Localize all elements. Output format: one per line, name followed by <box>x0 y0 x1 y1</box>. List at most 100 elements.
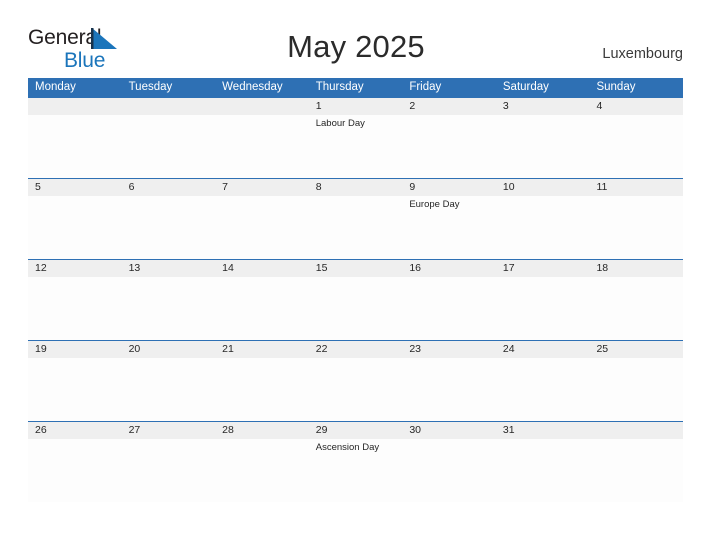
week-event-area <box>28 277 683 340</box>
week-row: 19 20 21 22 23 24 25 <box>28 340 683 421</box>
date-number[interactable]: 2 <box>402 98 496 115</box>
date-number[interactable]: 8 <box>309 179 403 196</box>
day-cell[interactable] <box>589 115 683 178</box>
day-cell[interactable] <box>215 439 309 502</box>
day-cell[interactable] <box>28 196 122 259</box>
day-cell[interactable] <box>215 358 309 421</box>
dow-monday: Monday <box>35 81 76 93</box>
day-cell[interactable] <box>122 115 216 178</box>
date-number[interactable] <box>28 98 122 115</box>
week-row: 26 27 28 29 30 31 Ascension Day <box>28 421 683 502</box>
week-row: 12 13 14 15 16 17 18 <box>28 259 683 340</box>
day-cell[interactable] <box>28 439 122 502</box>
week-event-area: Labour Day <box>28 115 683 178</box>
day-cell[interactable] <box>215 196 309 259</box>
dow-thursday: Thursday <box>315 81 364 93</box>
day-cell[interactable] <box>215 115 309 178</box>
day-cell[interactable] <box>122 277 216 340</box>
date-number[interactable]: 28 <box>215 422 309 439</box>
dow-wednesday: Wednesday <box>222 81 283 93</box>
date-number[interactable]: 25 <box>589 341 683 358</box>
date-number[interactable]: 6 <box>122 179 216 196</box>
date-number[interactable]: 9 <box>402 179 496 196</box>
date-number[interactable]: 5 <box>28 179 122 196</box>
day-cell[interactable]: Ascension Day <box>309 439 403 502</box>
date-number[interactable]: 19 <box>28 341 122 358</box>
day-cell[interactable] <box>589 439 683 502</box>
date-number[interactable]: 4 <box>589 98 683 115</box>
date-number[interactable]: 10 <box>496 179 590 196</box>
day-cell[interactable] <box>28 115 122 178</box>
date-number[interactable]: 13 <box>122 260 216 277</box>
page-header: General Blue May 2025 Luxembourg <box>0 0 712 78</box>
day-cell[interactable] <box>496 196 590 259</box>
day-cell[interactable] <box>122 196 216 259</box>
date-number[interactable]: 11 <box>589 179 683 196</box>
date-number[interactable]: 31 <box>496 422 590 439</box>
day-cell[interactable] <box>589 196 683 259</box>
date-number[interactable]: 21 <box>215 341 309 358</box>
event-label: Ascension Day <box>315 442 380 453</box>
date-number[interactable]: 18 <box>589 260 683 277</box>
week-date-strip: 1 2 3 4 <box>28 98 683 115</box>
date-number[interactable] <box>122 98 216 115</box>
date-number[interactable]: 22 <box>309 341 403 358</box>
day-cell[interactable] <box>496 358 590 421</box>
day-cell[interactable] <box>402 115 496 178</box>
day-cell[interactable] <box>402 439 496 502</box>
day-cell[interactable]: Europe Day <box>402 196 496 259</box>
day-cell[interactable] <box>589 358 683 421</box>
date-number[interactable]: 23 <box>402 341 496 358</box>
day-of-week-header: Monday Tuesday Wednesday Thursday Friday… <box>28 78 683 97</box>
date-number[interactable]: 12 <box>28 260 122 277</box>
week-date-strip: 12 13 14 15 16 17 18 <box>28 260 683 277</box>
day-cell[interactable] <box>28 277 122 340</box>
date-number[interactable]: 16 <box>402 260 496 277</box>
day-cell[interactable] <box>496 277 590 340</box>
date-number[interactable]: 24 <box>496 341 590 358</box>
day-cell[interactable] <box>122 439 216 502</box>
week-date-strip: 5 6 7 8 9 10 11 <box>28 179 683 196</box>
week-date-strip: 26 27 28 29 30 31 <box>28 422 683 439</box>
week-row: 5 6 7 8 9 10 11 Europe Day <box>28 178 683 259</box>
dow-saturday: Saturday <box>502 81 549 93</box>
day-cell[interactable] <box>28 358 122 421</box>
date-number[interactable]: 3 <box>496 98 590 115</box>
day-cell[interactable] <box>309 196 403 259</box>
dow-tuesday: Tuesday <box>128 81 173 93</box>
day-cell[interactable] <box>402 277 496 340</box>
date-number[interactable]: 30 <box>402 422 496 439</box>
date-number[interactable]: 14 <box>215 260 309 277</box>
week-event-area: Ascension Day <box>28 439 683 502</box>
week-date-strip: 19 20 21 22 23 24 25 <box>28 341 683 358</box>
day-cell[interactable] <box>496 115 590 178</box>
date-number[interactable]: 26 <box>28 422 122 439</box>
day-cell[interactable] <box>496 439 590 502</box>
event-label: Europe Day <box>409 199 460 210</box>
date-number[interactable]: 27 <box>122 422 216 439</box>
week-row: 1 2 3 4 Labour Day <box>28 97 683 178</box>
date-number[interactable]: 15 <box>309 260 403 277</box>
location-label: Luxembourg <box>602 46 683 62</box>
date-number[interactable] <box>589 422 683 439</box>
day-cell[interactable] <box>402 358 496 421</box>
day-cell[interactable] <box>122 358 216 421</box>
day-cell[interactable] <box>589 277 683 340</box>
date-number[interactable]: 1 <box>309 98 403 115</box>
calendar-grid: Monday Tuesday Wednesday Thursday Friday… <box>28 78 683 502</box>
date-number[interactable] <box>215 98 309 115</box>
dow-sunday: Sunday <box>596 81 636 93</box>
calendar-page: General Blue May 2025 Luxembourg Monday … <box>0 0 712 550</box>
event-label: Labour Day <box>315 118 365 129</box>
date-number[interactable]: 29 <box>309 422 403 439</box>
day-cell[interactable]: Labour Day <box>309 115 403 178</box>
dow-friday: Friday <box>409 81 442 93</box>
day-cell[interactable] <box>215 277 309 340</box>
date-number[interactable]: 20 <box>122 341 216 358</box>
day-cell[interactable] <box>309 358 403 421</box>
day-cell[interactable] <box>309 277 403 340</box>
date-number[interactable]: 17 <box>496 260 590 277</box>
week-event-area: Europe Day <box>28 196 683 259</box>
week-event-area <box>28 358 683 421</box>
date-number[interactable]: 7 <box>215 179 309 196</box>
